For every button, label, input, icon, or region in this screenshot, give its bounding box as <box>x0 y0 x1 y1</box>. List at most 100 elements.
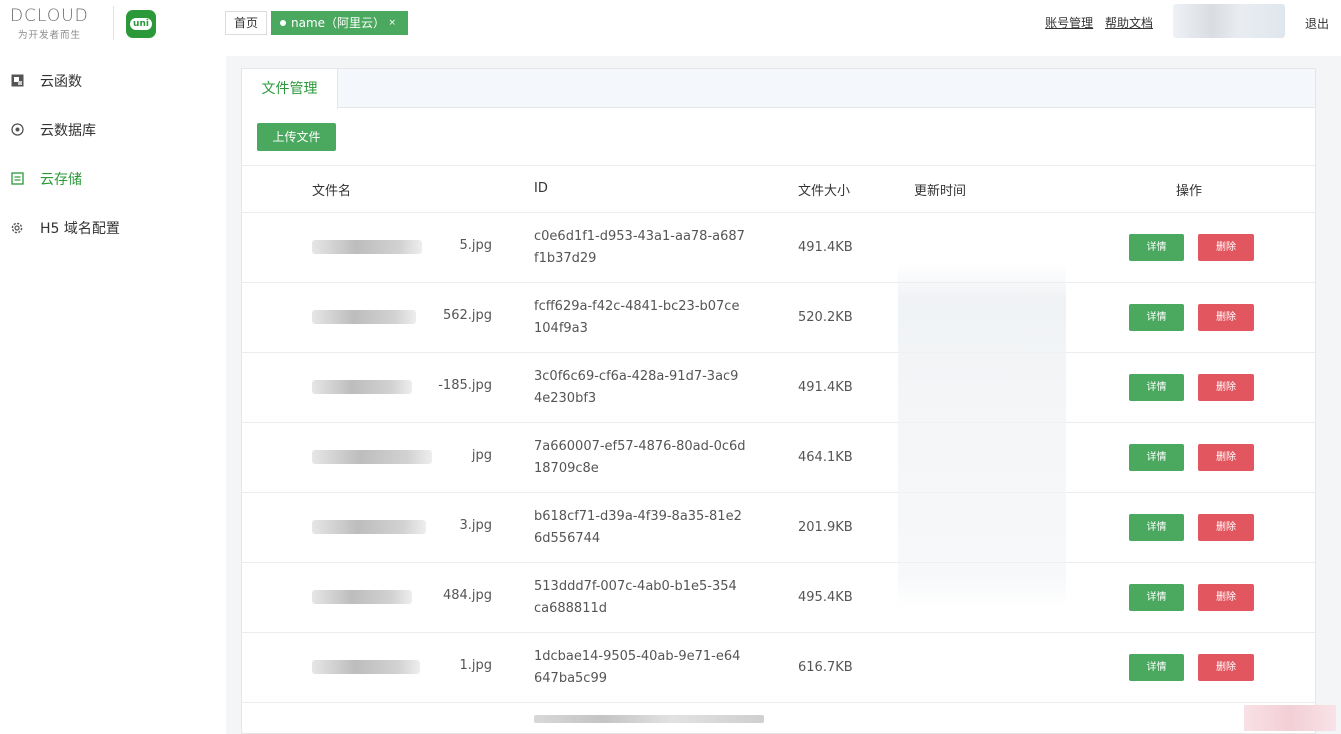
delete-button[interactable]: 删除 <box>1198 444 1254 471</box>
dcloud-logo[interactable]: DCLOUD 为开发者而生 <box>10 6 102 41</box>
delete-button[interactable]: 删除 <box>1198 234 1254 261</box>
name-blur <box>312 309 416 324</box>
file-name-suffix: 484.jpg <box>442 587 492 603</box>
file-id-line: fcff629a-f42c-4841-bc23-b07ce <box>534 298 740 314</box>
sidebar-item-label: 云数据库 <box>40 122 96 139</box>
tab-current-space-label: name（阿里云） <box>291 16 386 30</box>
top-header: 首页 name（阿里云） × 账号管理 帮助文档 退出 <box>205 0 1341 52</box>
file-id-line: 513ddd7f-007c-4ab0-b1e5-354 <box>534 578 737 594</box>
column-header-updated: 更新时间 <box>899 165 1119 213</box>
file-id-line: f1b37d29 <box>534 250 597 266</box>
table-row: 3.jpg b618cf71-d39a-4f39-8a35-81e2 6d5567… <box>242 492 1315 563</box>
table-row: 484.jpg 513ddd7f-007c-4ab0-b1e5-354 ca688… <box>242 562 1315 633</box>
file-name: 562.jpg <box>312 306 492 326</box>
file-id-line: 18709c8e <box>534 460 599 476</box>
file-table: 文件名 ID 文件大小 更新时间 操作 5.jpg c0e6d1f1-d953-… <box>242 165 1315 703</box>
tab-file-management[interactable]: 文件管理 <box>242 69 338 109</box>
detail-button[interactable]: 详情 <box>1129 514 1184 541</box>
file-name-suffix: jpg <box>471 447 492 463</box>
sidebar: DCLOUD 为开发者而生 uni 云函数 云数据库 云存储 H5 域名配置 <box>0 0 205 734</box>
name-blur <box>312 449 432 464</box>
file-id-line: b618cf71-d39a-4f39-8a35-81e2 <box>534 508 742 524</box>
file-id-line: 1dcbae14-9505-40ab-9e71-e64 <box>534 648 741 664</box>
delete-button[interactable]: 删除 <box>1198 654 1254 681</box>
name-blur <box>312 659 420 674</box>
sidebar-item-cloud-function[interactable]: 云函数 <box>0 56 205 105</box>
file-name: jpg <box>312 446 492 466</box>
sidebar-item-cloud-storage[interactable]: 云存储 <box>0 154 205 203</box>
logout-link[interactable]: 退出 <box>1305 15 1329 32</box>
delete-button[interactable]: 删除 <box>1198 374 1254 401</box>
file-id-line: 4e230bf3 <box>534 390 597 406</box>
table-row: 562.jpg fcff629a-f42c-4841-bc23-b07ce 104… <box>242 282 1315 353</box>
storage-icon <box>10 172 24 186</box>
row-actions: 详情 删除 <box>1119 352 1315 423</box>
file-size: 520.2KB <box>783 282 899 353</box>
help-link[interactable]: 帮助文档 <box>1105 16 1153 30</box>
updated-time <box>899 632 1119 703</box>
row-actions: 详情 删除 <box>1119 562 1315 633</box>
partial-row-text <box>534 715 764 723</box>
file-id-line: c0e6d1f1-d953-43a1-aa78-a687 <box>534 228 745 244</box>
file-name-suffix: 5.jpg <box>459 237 492 253</box>
sidebar-menu: 云函数 云数据库 云存储 H5 域名配置 <box>0 56 205 252</box>
tab-bar: 文件管理 <box>242 69 1315 109</box>
file-id: 513ddd7f-007c-4ab0-b1e5-354 ca688811d <box>520 562 783 633</box>
row-actions: 详情 删除 <box>1119 422 1315 493</box>
file-size: 491.4KB <box>783 212 899 283</box>
uni-logo-icon[interactable]: uni <box>126 10 156 38</box>
active-dot-icon <box>280 20 286 26</box>
function-icon <box>10 74 24 88</box>
file-id: 3c0f6c69-cf6a-428a-91d7-3ac9 4e230bf3 <box>520 352 783 423</box>
file-size: 616.7KB <box>783 632 899 703</box>
file-name: 3.jpg <box>312 516 492 536</box>
file-id: b618cf71-d39a-4f39-8a35-81e2 6d556744 <box>520 492 783 563</box>
file-id: 1dcbae14-9505-40ab-9e71-e64 647ba5c99 <box>520 632 783 703</box>
updated-time-redaction <box>898 264 1066 608</box>
sidebar-item-label: 云存储 <box>40 171 82 188</box>
logo-area: DCLOUD 为开发者而生 uni <box>0 0 205 52</box>
file-name-suffix: 1.jpg <box>459 657 492 673</box>
file-name: -185.jpg <box>312 376 492 396</box>
file-size: 464.1KB <box>783 422 899 493</box>
avatar[interactable] <box>1173 4 1285 38</box>
file-name: 484.jpg <box>312 586 492 606</box>
detail-button[interactable]: 详情 <box>1129 374 1184 401</box>
sidebar-item-cloud-database[interactable]: 云数据库 <box>0 105 205 154</box>
account-link[interactable]: 账号管理 <box>1045 16 1093 30</box>
delete-button[interactable]: 删除 <box>1198 584 1254 611</box>
row-actions: 详情 删除 <box>1119 632 1315 703</box>
close-icon[interactable]: × <box>388 11 396 35</box>
row-actions: 详情 删除 <box>1119 212 1315 283</box>
file-id: 7a660007-ef57-4876-80ad-0c6d 18709c8e <box>520 422 783 493</box>
file-id-line: 6d556744 <box>534 530 601 546</box>
name-blur <box>312 239 422 254</box>
name-blur <box>312 519 426 534</box>
detail-button[interactable]: 详情 <box>1129 444 1184 471</box>
file-manager-panel: 文件管理 上传文件 文件名 ID 文件大小 更新时间 操作 5.jpg c0e6… <box>241 68 1316 734</box>
detail-button[interactable]: 详情 <box>1129 654 1184 681</box>
column-header-id: ID <box>520 165 783 213</box>
upload-file-button[interactable]: 上传文件 <box>257 123 336 151</box>
file-id: c0e6d1f1-d953-43a1-aa78-a687 f1b37d29 <box>520 212 783 283</box>
column-header-size: 文件大小 <box>783 165 899 213</box>
detail-button[interactable]: 详情 <box>1129 304 1184 331</box>
file-id-line: 647ba5c99 <box>534 670 607 686</box>
table-header-row: 文件名 ID 文件大小 更新时间 操作 <box>242 165 1315 213</box>
delete-button[interactable]: 删除 <box>1198 304 1254 331</box>
detail-button[interactable]: 详情 <box>1129 584 1184 611</box>
tab-current-space[interactable]: name（阿里云） × <box>271 11 408 35</box>
file-id: fcff629a-f42c-4841-bc23-b07ce 104f9a3 <box>520 282 783 353</box>
table-row: -185.jpg 3c0f6c69-cf6a-428a-91d7-3ac9 4e2… <box>242 352 1315 423</box>
delete-button[interactable]: 删除 <box>1198 514 1254 541</box>
brand-name: DCLOUD <box>10 6 89 26</box>
detail-button[interactable]: 详情 <box>1129 234 1184 261</box>
tab-home[interactable]: 首页 <box>225 11 268 35</box>
name-blur <box>312 589 412 604</box>
sidebar-item-h5-domain[interactable]: H5 域名配置 <box>0 203 205 252</box>
logo-divider <box>113 6 114 40</box>
file-name: 1.jpg <box>312 656 492 676</box>
row-actions: 详情 删除 <box>1119 492 1315 563</box>
table-row: jpg 7a660007-ef57-4876-80ad-0c6d 18709c8e… <box>242 422 1315 493</box>
file-name-suffix: 3.jpg <box>459 517 492 533</box>
